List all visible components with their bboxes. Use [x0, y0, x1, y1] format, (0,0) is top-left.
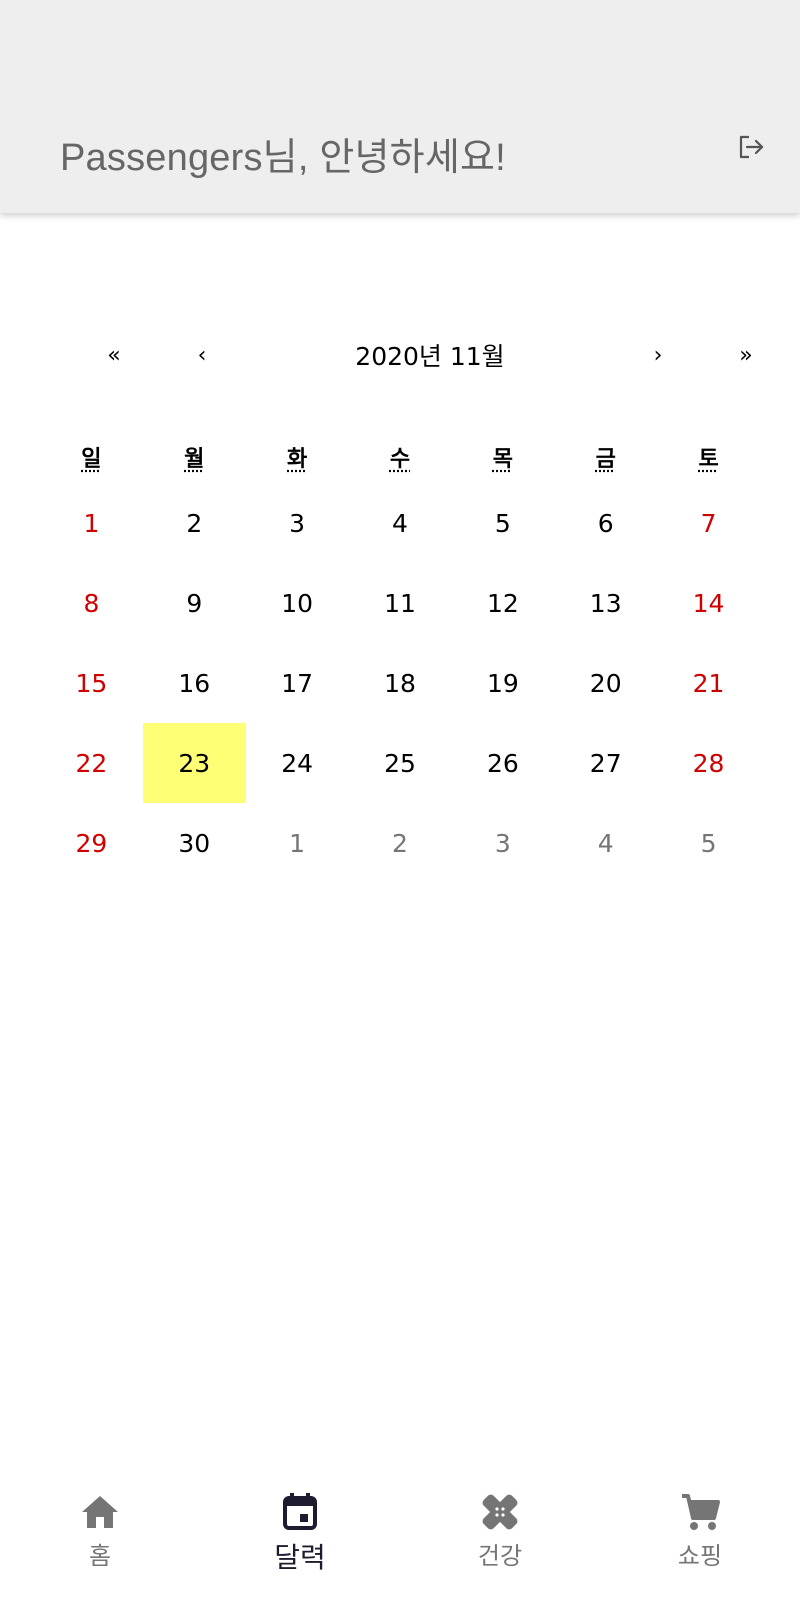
tab-shopping[interactable]: 쇼핑	[600, 1490, 800, 1600]
weekday-fri: 금	[595, 447, 616, 472]
next-month-button[interactable]: ›	[628, 330, 688, 380]
prev-year-button[interactable]: «	[84, 330, 144, 380]
day-cell[interactable]: 16	[143, 643, 246, 723]
day-cell[interactable]: 27	[554, 723, 657, 803]
day-cell[interactable]: 4	[349, 483, 452, 563]
tab-home[interactable]: 홈	[0, 1490, 200, 1600]
tab-shopping-label: 쇼핑	[677, 1542, 723, 1570]
prev-month-button[interactable]: ‹	[172, 330, 232, 380]
day-cell[interactable]: 6	[554, 483, 657, 563]
day-cell[interactable]: 10	[246, 563, 349, 643]
weekday-thu: 목	[492, 447, 513, 472]
tab-calendar[interactable]: 달력	[200, 1490, 400, 1600]
weekday-header: 일 월 화 수 목 금 토	[40, 432, 760, 482]
day-cell[interactable]: 18	[349, 643, 452, 723]
day-cell[interactable]: 9	[143, 563, 246, 643]
day-cell[interactable]: 5	[451, 483, 554, 563]
weekday-wed: 수	[389, 447, 411, 472]
greeting-text: Passengers님, 안녕하세요!	[60, 137, 506, 179]
day-cell[interactable]: 28	[657, 723, 760, 803]
day-cell-today[interactable]: 23	[142, 723, 246, 803]
day-cell[interactable]: 29	[40, 803, 143, 883]
day-cell[interactable]: 19	[451, 643, 554, 723]
day-cell[interactable]: 24	[246, 723, 349, 803]
next-year-button[interactable]: »	[716, 330, 776, 380]
cart-icon	[682, 1494, 720, 1530]
day-cell[interactable]: 3	[451, 803, 554, 883]
calendar-navigation: « ‹ 2020년 11월 › »	[60, 330, 752, 380]
day-cell[interactable]: 7	[657, 483, 760, 563]
day-cell[interactable]: 25	[349, 723, 452, 803]
day-cell[interactable]: 21	[657, 643, 760, 723]
weekday-sat: 토	[698, 447, 719, 472]
day-cell[interactable]: 14	[657, 563, 760, 643]
day-cell[interactable]: 15	[40, 643, 143, 723]
day-cell[interactable]: 26	[451, 723, 554, 803]
day-cell[interactable]: 11	[349, 563, 452, 643]
day-cell[interactable]: 5	[657, 803, 760, 883]
day-cell[interactable]: 1	[246, 803, 349, 883]
home-icon	[82, 1496, 118, 1528]
weekday-tue: 화	[287, 447, 308, 472]
day-cell[interactable]: 20	[554, 643, 657, 723]
weekday-sun: 일	[81, 447, 102, 472]
day-cell[interactable]: 17	[246, 643, 349, 723]
month-label[interactable]: 2020년 11월	[260, 330, 600, 380]
weekday-mon: 월	[184, 447, 205, 472]
bottom-navigation: 홈 달력 건강 쇼핑	[0, 1490, 800, 1600]
day-cell[interactable]: 2	[349, 803, 452, 883]
day-cell[interactable]: 4	[554, 803, 657, 883]
app-header: Passengers님, 안녕하세요!	[0, 0, 800, 213]
bandage-icon	[482, 1494, 518, 1530]
tab-calendar-label: 달력	[274, 1541, 326, 1574]
logout-icon[interactable]	[736, 132, 766, 162]
day-cell[interactable]: 8	[40, 563, 143, 643]
day-cell[interactable]: 3	[246, 483, 349, 563]
tab-health[interactable]: 건강	[400, 1490, 600, 1600]
calendar-days-grid: 1 2 3 4 5 6 7 8 9 10 11 12 13 14 15 16 17 18 19 20 21 22 23 24 2…	[40, 483, 760, 883]
calendar-icon	[283, 1493, 317, 1530]
day-cell[interactable]: 22	[40, 723, 143, 803]
tab-health-label: 건강	[477, 1542, 523, 1570]
day-cell[interactable]: 13	[554, 563, 657, 643]
tab-home-label: 홈	[88, 1542, 112, 1570]
day-cell[interactable]: 1	[40, 483, 143, 563]
day-cell[interactable]: 30	[143, 803, 246, 883]
day-cell[interactable]: 12	[451, 563, 554, 643]
day-cell[interactable]: 2	[143, 483, 246, 563]
